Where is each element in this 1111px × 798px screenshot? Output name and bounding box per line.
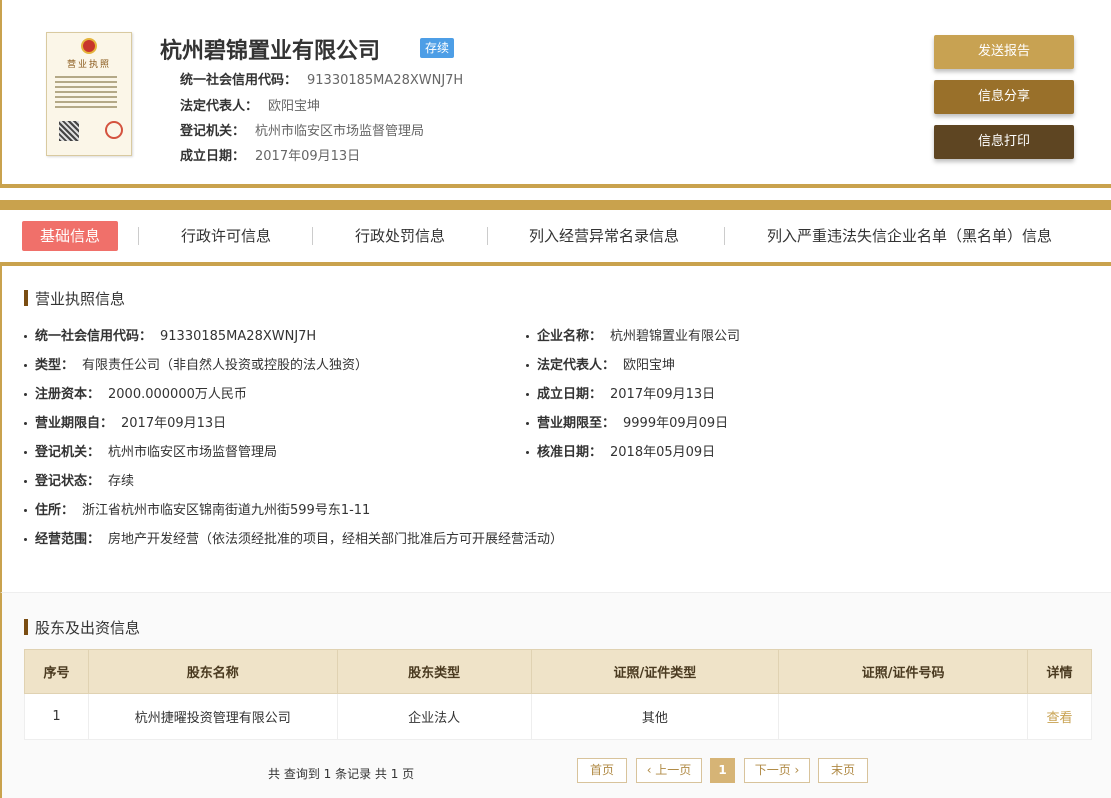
license-thumbnail-title: 营业执照 (66, 60, 111, 70)
column-header: 证照/证件号码 (778, 649, 1028, 694)
tab-divider (724, 227, 725, 245)
header-credit-code: 统一社会信用代码： 91330185MA28XWNJ7H (180, 73, 464, 88)
pager-prev-button[interactable]: ‹ 上一页 (636, 758, 702, 783)
tab-blacklist[interactable]: 列入严重违法失信企业名单（黑名单）信息 (767, 221, 1052, 251)
info-tabs: 基础信息 行政许可信息 行政处罚信息 列入经营异常名录信息 列入严重违法失信企业… (0, 200, 1111, 266)
cell-cert-no (778, 693, 1028, 740)
national-emblem-icon (81, 38, 97, 54)
status-badge: 存续 (420, 38, 455, 58)
tab-divider (138, 227, 139, 245)
share-info-button[interactable]: 信息分享 (934, 80, 1074, 114)
section-title-shareholders: 股东及出资信息 (24, 617, 140, 638)
info-row-company-name: 企业名称： 杭州碧锦置业有限公司 (526, 325, 740, 344)
info-row-legal-rep: 法定代表人： 欧阳宝坤 (526, 354, 675, 373)
column-header: 股东名称 (87, 649, 338, 694)
tab-abnormal-operations[interactable]: 列入经营异常名录信息 (529, 221, 679, 251)
section-title-license: 营业执照信息 (24, 288, 125, 309)
info-row-term-from: 营业期限自： 2017年09月13日 (24, 412, 226, 431)
column-header: 证照/证件类型 (530, 649, 780, 694)
info-row-approval-date: 核准日期： 2018年05月09日 (526, 441, 715, 460)
cell-shareholder-name: 杭州捷曜投资管理有限公司 (87, 693, 338, 740)
cell-detail: 查看 (1027, 693, 1092, 740)
print-info-button[interactable]: 信息打印 (934, 125, 1074, 159)
table-row: 1 杭州捷曜投资管理有限公司 企业法人 其他 查看 (24, 693, 1092, 740)
info-row-credit-code: 统一社会信用代码： 91330185MA28XWNJ7H (24, 325, 316, 344)
company-header: 营业执照 杭州碧锦置业有限公司 存续 统一社会信用代码： 91330185MA28… (0, 0, 1111, 188)
cell-no: 1 (24, 693, 89, 740)
send-report-button[interactable]: 发送报告 (934, 35, 1074, 69)
cell-cert-type: 其他 (530, 693, 780, 740)
column-header: 详情 (1027, 649, 1092, 694)
tab-admin-license[interactable]: 行政许可信息 (181, 221, 271, 251)
pager-last-button[interactable]: 末页 (818, 758, 868, 783)
view-detail-link[interactable]: 查看 (1046, 711, 1072, 726)
table-header-row: 序号 股东名称 股东类型 证照/证件类型 证照/证件号码 详情 (24, 649, 1092, 694)
column-header: 序号 (24, 649, 89, 694)
info-row-registration-status: 登记状态： 存续 (24, 470, 134, 489)
info-row-established-date: 成立日期： 2017年09月13日 (526, 383, 715, 402)
record-summary: 共 查询到 1 条记录 共 1 页 (268, 767, 415, 781)
info-row-term-to: 营业期限至： 9999年09月09日 (526, 412, 728, 431)
info-row-address: 住所： 浙江省杭州市临安区锦南街道九州街599号东1-11 (24, 499, 370, 518)
pager-first-button[interactable]: 首页 (577, 758, 627, 783)
header-registration-authority: 登记机关： 杭州市临安区市场监督管理局 (180, 124, 425, 139)
pager-next-button[interactable]: 下一页 › (744, 758, 810, 783)
tab-basic-info[interactable]: 基础信息 (22, 221, 119, 251)
column-header: 股东类型 (336, 649, 532, 694)
company-name: 杭州碧锦置业有限公司 (160, 39, 381, 64)
cell-shareholder-type: 企业法人 (336, 693, 532, 740)
business-license-section: 营业执照信息 统一社会信用代码： 91330185MA28XWNJ7H 类型： 有限… (0, 266, 1111, 592)
info-row-type: 类型： 有限责任公司（非自然人投资或控股的法人独资） (24, 354, 368, 373)
info-row-business-scope: 经营范围： 房地产开发经营（依法须经批准的项目，经相关部门批准后方可开展经营活动） (24, 528, 563, 547)
seal-icon (105, 121, 123, 139)
shareholders-section: 股东及出资信息 序号 股东名称 股东类型 证照/证件类型 证照/证件号码 详情 … (0, 592, 1111, 798)
header-legal-rep: 法定代表人： 欧阳宝坤 (180, 99, 321, 114)
info-row-registration-authority: 登记机关： 杭州市临安区市场监督管理局 (24, 441, 277, 460)
business-license-thumbnail[interactable]: 营业执照 (46, 32, 132, 156)
info-row-registered-capital: 注册资本： 2000.000000万人民币 (24, 383, 247, 402)
header-established-date: 成立日期： 2017年09月13日 (180, 149, 361, 164)
tab-admin-penalty[interactable]: 行政处罚信息 (355, 221, 445, 251)
pager-current-page[interactable]: 1 (710, 758, 735, 783)
license-text-lines (55, 73, 117, 111)
qr-code-icon (59, 121, 79, 141)
shareholders-table: 序号 股东名称 股东类型 证照/证件类型 证照/证件号码 详情 1 杭州捷曜投资… (24, 649, 1092, 740)
tab-divider (487, 227, 488, 245)
tab-divider (312, 227, 313, 245)
